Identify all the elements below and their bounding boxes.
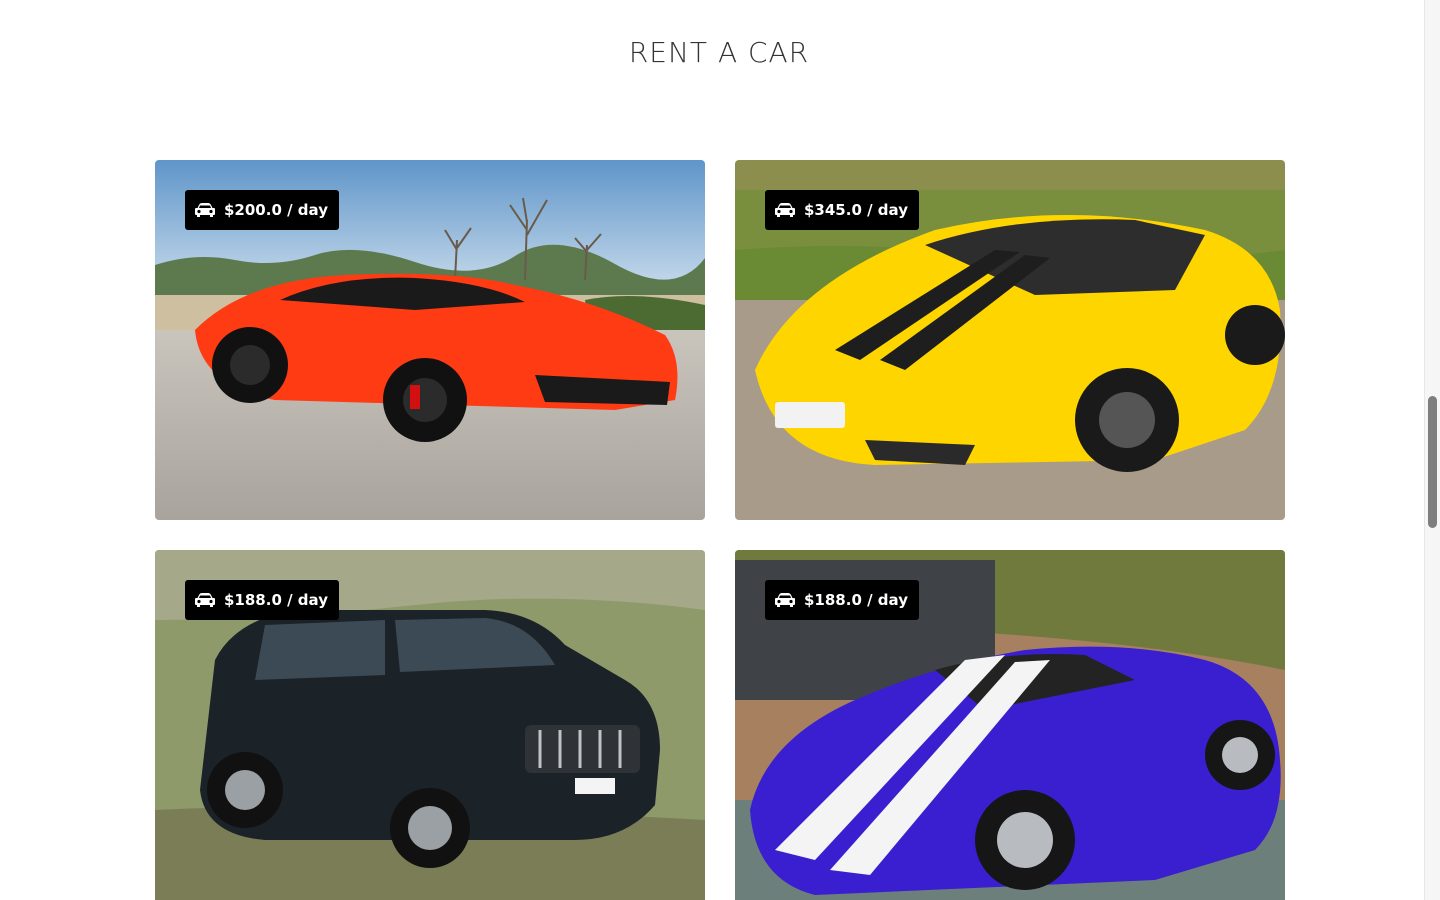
price-badge: $200.0 / day xyxy=(185,190,339,230)
section-title: RENT A CAR xyxy=(628,36,810,69)
car-icon xyxy=(775,592,795,608)
scrollbar-thumb[interactable] xyxy=(1428,396,1437,528)
scrollbar[interactable] xyxy=(1424,0,1440,900)
car-grid: $200.0 / day $345.0 / day $188.0 / day $… xyxy=(155,160,1285,900)
price-text: $188.0 / day xyxy=(224,591,328,609)
car-card[interactable]: $200.0 / day xyxy=(155,160,705,520)
price-badge: $188.0 / day xyxy=(185,580,339,620)
price-text: $200.0 / day xyxy=(224,201,328,219)
car-card[interactable]: $188.0 / day xyxy=(155,550,705,900)
car-icon xyxy=(195,592,215,608)
price-badge: $188.0 / day xyxy=(765,580,919,620)
price-text: $345.0 / day xyxy=(804,201,908,219)
page: RENT A CAR $200.0 / day $345.0 / day $18… xyxy=(0,0,1424,900)
car-card[interactable]: $188.0 / day xyxy=(735,550,1285,900)
car-icon xyxy=(775,202,795,218)
car-icon xyxy=(195,202,215,218)
car-card[interactable]: $345.0 / day xyxy=(735,160,1285,520)
price-badge: $345.0 / day xyxy=(765,190,919,230)
price-text: $188.0 / day xyxy=(804,591,908,609)
